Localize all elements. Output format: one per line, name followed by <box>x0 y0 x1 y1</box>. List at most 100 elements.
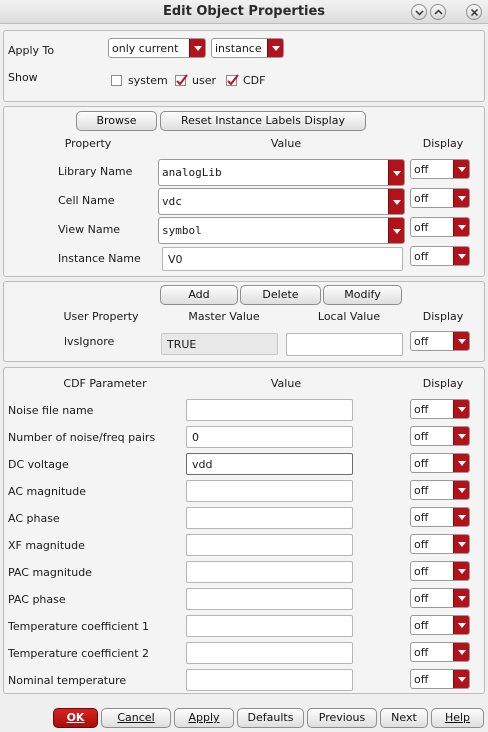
defaults-button[interactable]: Defaults <box>237 708 304 728</box>
show-cdf-label: CDF <box>243 74 266 87</box>
cell-name-label: Cell Name <box>58 194 115 207</box>
modify-button[interactable]: Modify <box>323 285 402 305</box>
dropdown-arrow-icon <box>388 218 404 243</box>
ac-phase-field[interactable] <box>186 507 353 529</box>
instance-name-label: Instance Name <box>58 252 141 265</box>
next-button[interactable]: Next <box>380 708 428 728</box>
browse-button[interactable]: Browse <box>76 111 157 131</box>
dropdown-arrow-icon <box>453 332 469 350</box>
temp-coefficient-2-field[interactable] <box>186 642 353 664</box>
temp-coefficient-1-display-select[interactable]: off <box>410 615 470 635</box>
library-name-select[interactable]: analogLib <box>158 159 405 186</box>
property-header: Property <box>64 137 112 150</box>
dropdown-arrow-icon <box>453 481 469 499</box>
reset-labels-button[interactable]: Reset Instance Labels Display <box>160 111 366 131</box>
noise-file-name-field[interactable] <box>186 399 353 421</box>
cancel-button[interactable]: Cancel <box>101 708 171 728</box>
dropdown-arrow-icon <box>453 670 469 688</box>
cdf-parameter-header: CDF Parameter <box>63 377 147 390</box>
temp-coefficient-1-field[interactable] <box>186 615 353 637</box>
pac-magnitude-field[interactable] <box>186 561 353 583</box>
show-label: Show <box>8 71 38 84</box>
xf-magnitude-label: XF magnitude <box>8 539 85 552</box>
pac-phase-display-select[interactable]: off <box>410 588 470 608</box>
local-value-header: Local Value <box>317 310 381 323</box>
pac-magnitude-display-select[interactable]: off <box>410 561 470 581</box>
temp-coefficient-1-label: Temperature coefficient 1 <box>8 620 150 633</box>
master-value-header: Master Value <box>188 310 260 323</box>
library-name-display-select[interactable]: off <box>410 159 470 179</box>
add-button[interactable]: Add <box>160 285 238 305</box>
view-name-select[interactable]: symbol <box>158 217 405 244</box>
apply-button[interactable]: Apply <box>174 708 234 728</box>
noise-freq-pairs-label: Number of noise/freq pairs <box>8 431 156 444</box>
dropdown-arrow-icon <box>453 589 469 607</box>
value-header: Value <box>270 137 302 150</box>
nominal-temperature-field[interactable] <box>186 669 353 691</box>
view-name-display-select[interactable]: off <box>410 217 470 237</box>
lvsignore-local-value-field[interactable] <box>286 333 403 356</box>
cell-name-display-select[interactable]: off <box>410 188 470 208</box>
maximize-button[interactable] <box>430 4 446 20</box>
minimize-button[interactable] <box>411 4 427 20</box>
dropdown-arrow-icon <box>453 454 469 472</box>
lvsignore-master-value: TRUE <box>161 333 278 355</box>
noise-freq-pairs-field[interactable]: 0 <box>186 426 353 448</box>
ac-phase-display-select[interactable]: off <box>410 507 470 527</box>
instance-name-field[interactable]: V0 <box>162 247 403 271</box>
show-user-label: user <box>192 74 216 87</box>
chevron-down-icon <box>415 10 424 16</box>
dropdown-arrow-icon <box>453 189 469 207</box>
pac-phase-label: PAC phase <box>8 593 66 606</box>
xf-magnitude-field[interactable] <box>186 534 353 556</box>
dropdown-arrow-icon <box>453 400 469 418</box>
instance-name-display-select[interactable]: off <box>410 246 470 266</box>
dc-voltage-label: DC voltage <box>8 458 69 471</box>
display-header: Display <box>422 137 464 150</box>
dropdown-arrow-icon <box>453 616 469 634</box>
show-system-label: system <box>128 74 168 87</box>
dropdown-arrow-icon <box>453 643 469 661</box>
noise-file-name-label: Noise file name <box>8 404 94 417</box>
dc-voltage-display-select[interactable]: off <box>410 453 470 473</box>
apply-scope-select[interactable]: only current <box>108 38 206 58</box>
ok-button[interactable]: OK <box>53 708 98 728</box>
nominal-temperature-display-select[interactable]: off <box>410 669 470 689</box>
ac-magnitude-field[interactable] <box>186 480 353 502</box>
lvsignore-display-select[interactable]: off <box>410 331 470 351</box>
dropdown-arrow-icon <box>267 39 283 57</box>
user-display-header: Display <box>422 310 464 323</box>
previous-button[interactable]: Previous <box>307 708 377 728</box>
temp-coefficient-2-display-select[interactable]: off <box>410 642 470 662</box>
noise-freq-pairs-display-select[interactable]: off <box>410 426 470 446</box>
close-icon <box>470 8 479 17</box>
chevron-up-icon <box>434 9 443 15</box>
ac-phase-label: AC phase <box>8 512 60 525</box>
dc-voltage-field[interactable]: vdd <box>186 453 353 475</box>
temp-coefficient-2-label: Temperature coefficient 2 <box>8 647 150 660</box>
help-button[interactable]: Help <box>431 708 484 728</box>
dropdown-arrow-icon <box>453 218 469 236</box>
dropdown-arrow-icon <box>453 562 469 580</box>
show-cdf-checkbox[interactable] <box>226 74 239 86</box>
dropdown-arrow-icon <box>388 160 404 185</box>
lvsignore-label: lvsIgnore <box>64 335 115 348</box>
show-system-checkbox[interactable] <box>111 75 122 86</box>
show-user-checkbox[interactable] <box>175 74 188 86</box>
dropdown-arrow-icon <box>453 508 469 526</box>
delete-button[interactable]: Delete <box>240 285 321 305</box>
dropdown-arrow-icon <box>453 427 469 445</box>
view-name-label: View Name <box>58 223 121 236</box>
noise-file-name-display-select[interactable]: off <box>410 399 470 419</box>
xf-magnitude-display-select[interactable]: off <box>410 534 470 554</box>
cdf-display-header: Display <box>422 377 464 390</box>
dropdown-arrow-icon <box>453 160 469 178</box>
user-property-header: User Property <box>63 310 139 323</box>
pac-phase-field[interactable] <box>186 588 353 610</box>
close-button[interactable] <box>466 4 482 20</box>
ac-magnitude-display-select[interactable]: off <box>410 480 470 500</box>
apply-to-label: Apply To <box>8 44 55 57</box>
cell-name-select[interactable]: vdc <box>158 188 405 215</box>
checkmark-icon <box>227 74 239 86</box>
apply-target-select[interactable]: instance <box>211 38 284 58</box>
